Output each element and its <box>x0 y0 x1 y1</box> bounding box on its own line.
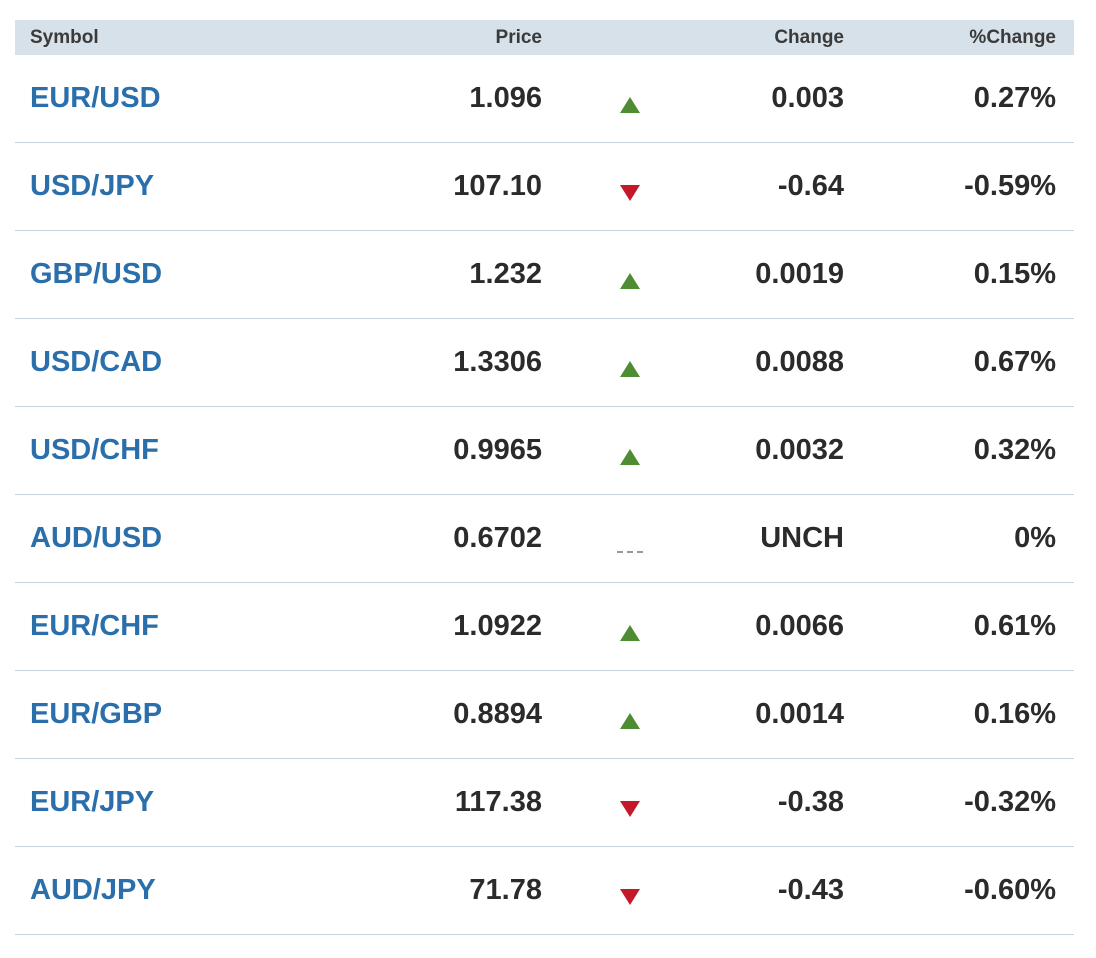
change-value: 0.003 <box>771 82 844 114</box>
direction-cell <box>542 671 717 758</box>
table-body: EUR/USD 1.096 0.003 0.27% USD/JPY 107.10 -0.64… <box>15 55 1074 935</box>
symbol-link[interactable]: AUD/USD <box>15 522 275 555</box>
table-row[interactable]: AUD/USD 0.6702 UNCH 0% <box>15 495 1074 583</box>
direction-cell <box>542 143 717 230</box>
pct-change-value: -0.60% <box>964 874 1056 906</box>
price-value: 107.10 <box>453 170 542 202</box>
change-value: 0.0014 <box>755 698 844 730</box>
price-value: 1.232 <box>469 258 542 290</box>
up-triangle-icon <box>619 273 640 289</box>
symbol-link[interactable]: EUR/JPY <box>15 786 275 819</box>
change-value: -0.64 <box>777 170 844 202</box>
table-header: Symbol Price Change %Change <box>15 20 1074 55</box>
up-triangle-icon <box>619 713 640 729</box>
direction-cell <box>542 583 717 670</box>
up-triangle-icon <box>619 625 640 641</box>
symbol-link[interactable]: AUD/JPY <box>15 874 275 907</box>
direction-cell <box>542 319 717 406</box>
pct-change-value: 0% <box>1014 522 1056 554</box>
table-row[interactable]: EUR/JPY 117.38 -0.38 -0.32% <box>15 759 1074 847</box>
change-value: UNCH <box>760 522 844 554</box>
symbol-link[interactable]: EUR/GBP <box>15 698 275 731</box>
forex-quotes-table: Symbol Price Change %Change EUR/USD 1.096… <box>15 20 1074 935</box>
symbol-link[interactable]: EUR/CHF <box>15 610 275 643</box>
table-row[interactable]: USD/CHF 0.9965 0.0032 0.32% <box>15 407 1074 495</box>
pct-change-value: 0.16% <box>973 698 1056 730</box>
table-row[interactable]: USD/JPY 107.10 -0.64 -0.59% <box>15 143 1074 231</box>
price-value: 0.8894 <box>453 698 542 730</box>
direction-cell <box>542 759 717 846</box>
table-row[interactable]: EUR/USD 1.096 0.003 0.27% <box>15 55 1074 143</box>
pct-change-value: 0.15% <box>973 258 1056 290</box>
direction-cell <box>542 55 717 142</box>
price-value: 71.78 <box>469 874 542 906</box>
pct-change-value: -0.59% <box>964 170 1056 202</box>
symbol-link[interactable]: USD/CAD <box>15 346 275 379</box>
price-value: 1.0922 <box>453 610 542 642</box>
change-value: 0.0088 <box>755 346 844 378</box>
price-value: 1.096 <box>469 82 542 114</box>
symbol-link[interactable]: EUR/USD <box>15 82 275 115</box>
price-column-header[interactable]: Price <box>275 27 542 49</box>
up-triangle-icon <box>619 97 640 113</box>
pct-change-value: 0.67% <box>973 346 1056 378</box>
price-value: 117.38 <box>454 786 542 818</box>
up-triangle-icon <box>619 449 640 465</box>
unchanged-dash-icon <box>616 551 643 553</box>
direction-cell <box>542 231 717 318</box>
table-row[interactable]: EUR/GBP 0.8894 0.0014 0.16% <box>15 671 1074 759</box>
change-column-header[interactable]: Change <box>717 27 844 49</box>
symbol-link[interactable]: USD/CHF <box>15 434 275 467</box>
pct-change-column-header[interactable]: %Change <box>844 27 1056 49</box>
symbol-link[interactable]: GBP/USD <box>15 258 275 291</box>
pct-change-value: -0.32% <box>964 786 1056 818</box>
up-triangle-icon <box>619 361 640 377</box>
direction-cell <box>542 495 717 582</box>
table-row[interactable]: USD/CAD 1.3306 0.0088 0.67% <box>15 319 1074 407</box>
symbol-link[interactable]: USD/JPY <box>15 170 275 203</box>
pct-change-value: 0.32% <box>973 434 1056 466</box>
pct-change-value: 0.61% <box>973 610 1056 642</box>
direction-cell <box>542 847 717 934</box>
price-value: 1.3306 <box>453 346 542 378</box>
price-value: 0.6702 <box>453 522 542 554</box>
table-row[interactable]: EUR/CHF 1.0922 0.0066 0.61% <box>15 583 1074 671</box>
down-triangle-icon <box>619 185 640 201</box>
down-triangle-icon <box>619 801 640 817</box>
change-value: 0.0032 <box>755 434 844 466</box>
change-value: -0.38 <box>777 786 844 818</box>
change-value: 0.0066 <box>755 610 844 642</box>
change-value: -0.43 <box>777 874 844 906</box>
change-value: 0.0019 <box>755 258 844 290</box>
symbol-column-header[interactable]: Symbol <box>15 27 275 49</box>
direction-cell <box>542 407 717 494</box>
price-value: 0.9965 <box>453 434 542 466</box>
pct-change-value: 0.27% <box>973 82 1056 114</box>
table-row[interactable]: GBP/USD 1.232 0.0019 0.15% <box>15 231 1074 319</box>
down-triangle-icon <box>619 889 640 905</box>
table-row[interactable]: AUD/JPY 71.78 -0.43 -0.60% <box>15 847 1074 935</box>
